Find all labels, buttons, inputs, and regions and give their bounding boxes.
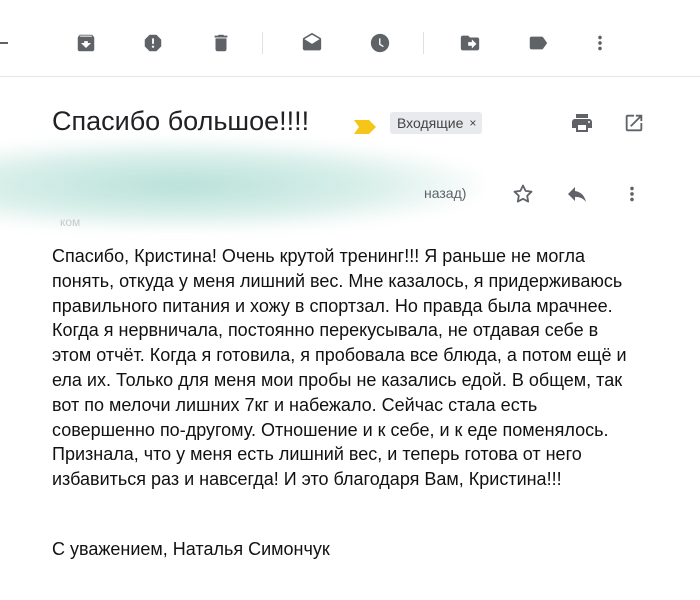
remove-label-icon[interactable]: × (469, 116, 476, 130)
toolbar-divider (262, 32, 263, 54)
delete-icon[interactable] (205, 28, 237, 58)
email-subject: Спасибо большое!!!! (52, 106, 310, 136)
more-vert-icon[interactable] (584, 28, 616, 58)
snooze-icon[interactable] (364, 28, 396, 58)
toolbar (0, 0, 700, 77)
label-chip-inbox[interactable]: Входящие × (390, 112, 483, 134)
importance-marker-icon[interactable] (352, 119, 378, 140)
reply-icon[interactable] (563, 180, 591, 208)
label-chip-text: Входящие (397, 115, 464, 131)
label-icon[interactable] (522, 28, 554, 58)
print-icon[interactable] (568, 109, 596, 137)
email-body: Спасибо, Кристина! Очень крутой тренинг!… (52, 246, 627, 490)
toolbar-divider (423, 32, 424, 54)
email-signature: С уважением, Наталья Симончук (52, 539, 330, 559)
archive-icon[interactable] (70, 28, 102, 58)
recipient-fragment: ком (60, 215, 81, 229)
open-in-new-window-icon[interactable] (620, 109, 648, 137)
mark-unread-icon[interactable] (296, 28, 328, 58)
report-spam-icon[interactable] (137, 28, 169, 58)
message-time: назад) (424, 185, 467, 201)
back-arrow-fragment[interactable] (0, 42, 8, 44)
move-to-icon[interactable] (454, 28, 486, 58)
message-more-icon[interactable] (618, 180, 646, 208)
star-icon[interactable] (509, 180, 537, 208)
